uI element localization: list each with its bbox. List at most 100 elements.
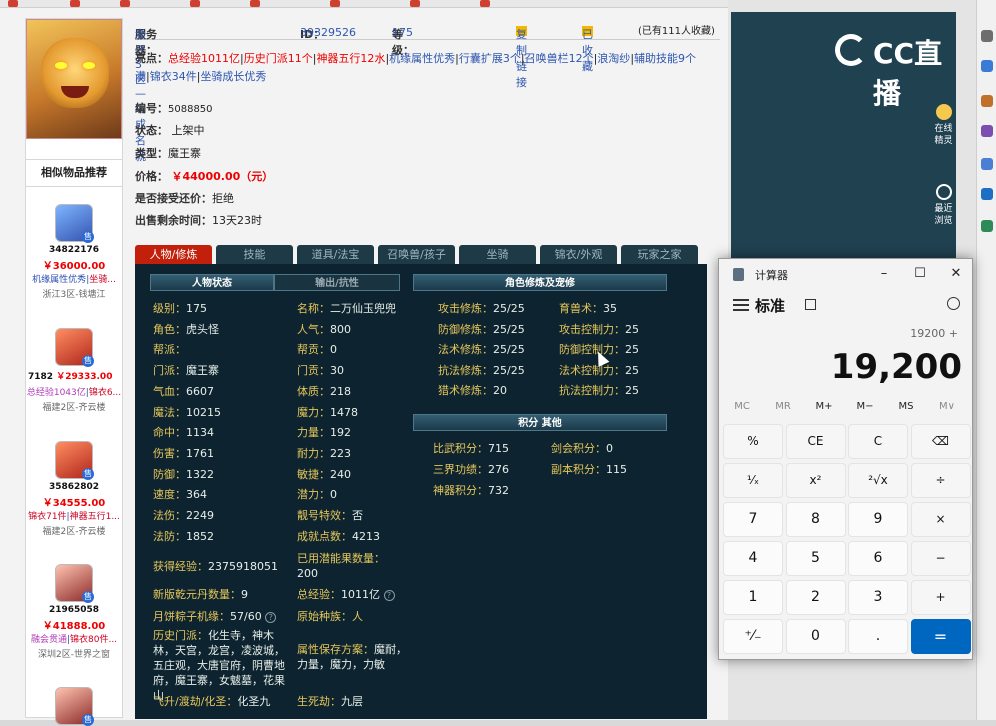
hamburger-menu-icon[interactable] — [733, 299, 749, 311]
similar-item[interactable]: 售 34822176 ￥36000.00 机缘属性优秀|坐骑... 浙江3区-钱… — [26, 204, 122, 300]
history-field: 历史门派：化生寺，神木林，天宫，龙宫，凌波城，五庄观，大唐官府，阴曹地府，魔王寨… — [153, 628, 293, 703]
section-status-header[interactable]: 人物状态 — [150, 274, 274, 291]
stat-label: 攻击修炼： — [438, 302, 493, 315]
digit-4-button[interactable]: 4 — [723, 541, 783, 576]
digit-5-button[interactable]: 5 — [785, 541, 846, 576]
section-resist-header[interactable]: 输出/抗性 — [274, 274, 400, 291]
stat-value: 25/25 — [493, 343, 525, 356]
similar-item[interactable]: 售 — [26, 687, 122, 726]
subtract-button[interactable]: − — [910, 541, 971, 576]
reciprocal-button[interactable]: ¹⁄ₓ — [723, 463, 783, 498]
similar-item[interactable]: 售 35862802 ￥34555.00 锦衣71件|神器五行1... 福建2区… — [26, 441, 122, 537]
maximize-button[interactable]: ☐ — [906, 263, 934, 285]
digit-2-button[interactable]: 2 — [785, 580, 846, 615]
similar-item-number: 35862802 — [48, 482, 100, 492]
stat-value: 否 — [352, 509, 363, 522]
stat-value: 1134 — [186, 426, 214, 440]
bookmark-icon[interactable] — [330, 0, 340, 7]
memory-button[interactable]: M+ — [805, 401, 843, 412]
calculator-titlebar[interactable]: 计算器 – ☐ ✕ — [719, 259, 972, 289]
help-icon[interactable]: ? — [383, 589, 395, 601]
similar-item-avatar[interactable]: 售 — [55, 441, 94, 480]
keep-on-top-icon[interactable] — [805, 299, 816, 310]
counter-offer-field: 是否接受还价：拒绝 — [135, 190, 234, 206]
digit-1-button[interactable]: 1 — [723, 580, 783, 615]
bookmark-icon[interactable] — [480, 0, 490, 7]
memory-button[interactable]: M∨ — [928, 401, 966, 412]
similar-item-avatar[interactable]: 售 — [55, 687, 94, 726]
help-icon[interactable]: ? — [265, 611, 277, 623]
digit-7-button[interactable]: 7 — [723, 502, 783, 537]
stat-label: 门贡： — [297, 364, 330, 378]
sale-badge: 售 — [82, 468, 94, 480]
similar-item-avatar[interactable]: 售 — [55, 204, 94, 243]
digit-8-button[interactable]: 8 — [785, 502, 846, 537]
negate-button[interactable]: ⁺⁄₋ — [723, 619, 783, 654]
extension-icon[interactable] — [981, 60, 993, 72]
stat-label: 敏捷： — [297, 467, 330, 481]
recent-browse-button[interactable]: 最近浏览 — [931, 184, 956, 227]
minimize-button[interactable]: – — [870, 263, 898, 285]
tools-icon[interactable] — [981, 95, 993, 107]
copilot-icon[interactable] — [981, 158, 993, 170]
percent-button[interactable]: % — [723, 424, 783, 459]
digit-3-button[interactable]: 3 — [848, 580, 908, 615]
online-sprite-label: 在线精灵 — [934, 124, 953, 146]
apps-icon[interactable] — [981, 220, 993, 232]
similar-item-avatar[interactable]: 售 — [55, 328, 94, 367]
stat-value: 25/25 — [493, 322, 525, 336]
tab-items[interactable]: 道具/法宝 — [297, 245, 374, 264]
memory-button[interactable]: MS — [887, 401, 925, 412]
bookmark-icon[interactable] — [70, 0, 80, 7]
similar-item-price[interactable]: ￥41888.00 — [26, 617, 122, 632]
digit-9-button[interactable]: 9 — [848, 502, 908, 537]
square-button[interactable]: x² — [785, 463, 846, 498]
tab-skills[interactable]: 技能 — [216, 245, 293, 264]
digit-0-button[interactable]: 0 — [785, 619, 846, 654]
clear-button[interactable]: C — [848, 424, 908, 459]
cc-logo-icon — [835, 34, 867, 66]
equals-button[interactable]: = — [910, 619, 971, 654]
divide-button[interactable]: ÷ — [910, 463, 971, 498]
memory-button[interactable]: M− — [846, 401, 884, 412]
tab-pets[interactable]: 召唤兽/孩子 — [378, 245, 455, 264]
similar-item[interactable]: 售 7182 ￥29333.00 总经验1043亿|锦衣6... 福建2区-齐云… — [26, 328, 122, 413]
bookmark-icon[interactable] — [410, 0, 420, 7]
stat-value: 175 — [186, 302, 207, 315]
similar-item-number: 21965058 — [48, 605, 100, 615]
calculator-expression: 19200 + — [910, 327, 958, 340]
tab-mounts[interactable]: 坐骑 — [459, 245, 536, 264]
history-icon[interactable] — [947, 297, 960, 310]
profile-icon[interactable] — [981, 125, 993, 137]
similar-item-price[interactable]: ￥36000.00 — [26, 257, 122, 272]
memory-button[interactable]: MR — [764, 401, 802, 412]
bookmark-icon[interactable] — [190, 0, 200, 7]
stat-label: 伤害： — [153, 446, 186, 460]
backspace-button[interactable]: ⌫ — [910, 424, 971, 459]
similar-item[interactable]: 售 21965058 ￥41888.00 融会贯通|锦衣80件... 深圳2区-… — [26, 564, 122, 660]
tab-home[interactable]: 玩家之家 — [621, 245, 698, 264]
similar-item-price[interactable]: ￥29333.00 — [56, 372, 112, 382]
status-label: 状态： — [135, 124, 168, 137]
square-root-button[interactable]: ²√x — [848, 463, 908, 498]
tab-character[interactable]: 人物/修炼 — [135, 245, 212, 264]
search-icon[interactable] — [981, 30, 993, 42]
exp-field: 获得经验：2375918051 — [153, 558, 278, 574]
similar-item-avatar[interactable]: 售 — [55, 564, 94, 603]
stat-label: 耐力： — [297, 446, 330, 460]
similar-item-price[interactable]: ￥34555.00 — [26, 494, 122, 509]
digit-6-button[interactable]: 6 — [848, 541, 908, 576]
bookmark-icon[interactable] — [8, 0, 18, 7]
memory-button[interactable]: MC — [723, 401, 761, 412]
outlook-icon[interactable] — [981, 188, 993, 200]
bookmark-icon[interactable] — [120, 0, 130, 7]
close-button[interactable]: ✕ — [942, 263, 970, 285]
add-button[interactable]: + — [910, 580, 971, 615]
decimal-button[interactable]: . — [848, 619, 908, 654]
highlight-tag: 总经验1011亿 — [168, 52, 240, 65]
bookmark-icon[interactable] — [250, 0, 260, 7]
multiply-button[interactable]: × — [910, 502, 971, 537]
tab-outfits[interactable]: 锦衣/外观 — [540, 245, 617, 264]
online-sprite-button[interactable]: 在线精灵 — [931, 104, 956, 147]
clear-entry-button[interactable]: CE — [785, 424, 846, 459]
